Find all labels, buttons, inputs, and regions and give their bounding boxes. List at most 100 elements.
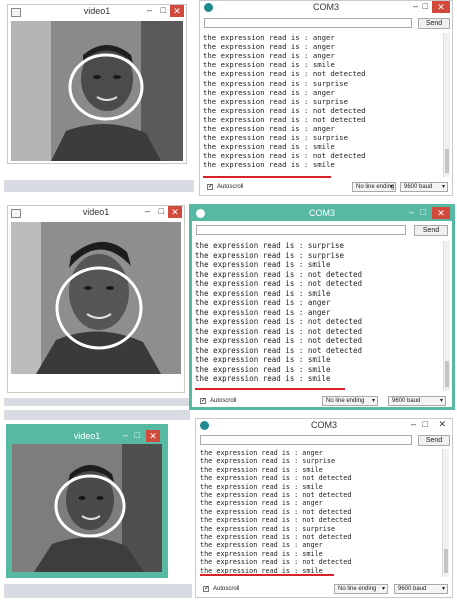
serial-line: the expression read is : not detected: [195, 317, 363, 326]
maximize-button[interactable]: □: [421, 207, 426, 217]
serial-titlebar[interactable]: COM3 – □ ✕: [200, 1, 452, 15]
minimize-button[interactable]: –: [413, 1, 418, 11]
baud-value: 9600 baud: [404, 184, 433, 190]
serial-line: the expression read is : not detected: [200, 533, 352, 541]
chevron-down-icon: ▾: [389, 184, 393, 190]
minimize-button[interactable]: –: [123, 430, 128, 440]
taskbar-top: [4, 410, 190, 420]
baud-select[interactable]: 9600 baud ▾: [400, 182, 448, 192]
baud-select[interactable]: 9600 baud ▾: [394, 584, 448, 594]
serial-line: the expression read is : smile: [195, 260, 331, 269]
serial-line: the expression read is : not detected: [203, 114, 366, 124]
serial-line: the expression read is : anger: [195, 298, 331, 307]
serial-line: the expression read is : smile: [195, 364, 331, 374]
serial-line: the expression read is : not detected: [200, 516, 352, 525]
scrollbar-thumb[interactable]: [445, 149, 449, 173]
scrollbar-thumb[interactable]: [444, 549, 448, 573]
scrollbar[interactable]: [442, 449, 449, 577]
line-ending-value: No line ending: [326, 398, 365, 404]
close-button[interactable]: ✕: [438, 419, 446, 430]
serial-line: the expression read is : smile: [200, 482, 323, 491]
close-button[interactable]: ✕: [432, 1, 450, 13]
serial-line: the expression read is : not detected: [200, 474, 352, 483]
send-button[interactable]: Send: [414, 225, 448, 236]
serial-line: the expression read is : not detected: [195, 269, 363, 279]
serial-line: the expression read is : anger: [203, 51, 335, 61]
serial-line: the expression read is : anger: [203, 42, 335, 52]
taskbar: [4, 584, 192, 598]
serial-line: the expression read is : surprise: [195, 250, 345, 260]
line-ending-value: No line ending: [338, 586, 377, 592]
chevron-down-icon: ▾: [381, 586, 385, 592]
line-ending-select[interactable]: No line ending ▾: [352, 182, 396, 192]
autoscroll-label: Autoscroll: [210, 398, 237, 404]
maximize-button[interactable]: □: [159, 206, 164, 216]
taskbar: [4, 180, 194, 192]
maximize-button[interactable]: □: [423, 419, 428, 429]
serial-line: the expression read is : not detected: [203, 69, 366, 79]
autoscroll-checkbox[interactable]: ✓: [207, 184, 213, 190]
chevron-down-icon: ▾: [439, 398, 443, 404]
close-button[interactable]: ✕: [432, 207, 450, 219]
autoscroll-checkbox[interactable]: ✓: [200, 398, 206, 404]
serial-line: the expression read is : smile: [200, 549, 323, 558]
webcam-frame: [12, 444, 162, 572]
video-window: video1 – □ ✕: [7, 205, 185, 393]
video-titlebar[interactable]: video1 – □ ✕: [8, 5, 186, 19]
serial-line: the expression read is : surprise: [200, 457, 336, 466]
send-button[interactable]: Send: [418, 435, 450, 446]
close-button[interactable]: ✕: [146, 430, 160, 442]
baud-value: 9600 baud: [398, 586, 427, 592]
minimize-button[interactable]: –: [411, 419, 416, 429]
autoscroll-label: Autoscroll: [217, 184, 244, 190]
video-titlebar[interactable]: video1 – □ ✕: [12, 430, 162, 444]
baud-select[interactable]: 9600 baud ▾: [388, 396, 446, 406]
serial-line: the expression read is : not detected: [203, 151, 366, 161]
serial-line: the expression read is : not detected: [203, 105, 366, 115]
taskbar: [4, 398, 190, 406]
serial-titlebar[interactable]: COM3 – □ ✕: [192, 207, 452, 221]
serial-line: the expression read is : smile: [203, 60, 335, 70]
serial-line: the expression read is : anger: [203, 33, 335, 42]
webcam-face-image: [12, 444, 162, 572]
webcam-face-image: [11, 222, 181, 374]
send-button[interactable]: Send: [418, 18, 450, 29]
serial-output: the expression read is : surprise the exp…: [195, 241, 441, 391]
serial-line: the expression read is : surprise: [203, 78, 348, 88]
serial-line: the expression read is : smile: [200, 465, 323, 474]
line-ending-select[interactable]: No line ending ▾: [334, 584, 388, 594]
line-ending-select[interactable]: No line ending ▾: [322, 396, 378, 406]
chevron-down-icon: ▾: [441, 184, 445, 190]
close-button[interactable]: ✕: [170, 5, 184, 17]
webcam-frame: [11, 222, 181, 374]
video-titlebar[interactable]: video1 – □ ✕: [8, 206, 184, 220]
serial-line: the expression read is : not detected: [195, 279, 363, 288]
scrollbar[interactable]: [443, 33, 450, 177]
close-button[interactable]: ✕: [168, 206, 182, 218]
serial-line: the expression read is : surprise: [200, 524, 336, 533]
serial-line: the expression read is : not detected: [195, 326, 363, 336]
maximize-button[interactable]: □: [135, 430, 140, 440]
minimize-button[interactable]: –: [147, 5, 152, 15]
serial-line: the expression read is : surprise: [203, 133, 348, 143]
chevron-down-icon: ▾: [441, 586, 445, 592]
serial-send-input[interactable]: [196, 225, 406, 235]
serial-line: the expression read is : not detected: [200, 558, 352, 567]
serial-send-input[interactable]: [200, 435, 412, 445]
minimize-button[interactable]: –: [409, 207, 414, 217]
serial-monitor-window: COM3 – □ ✕ Send the expression read is :…: [195, 418, 453, 598]
serial-send-input[interactable]: [204, 18, 412, 28]
maximize-button[interactable]: □: [423, 1, 428, 11]
maximize-button[interactable]: □: [161, 5, 166, 15]
baud-value: 9600 baud: [392, 398, 421, 404]
scrollbar-thumb[interactable]: [445, 361, 449, 387]
video-window: video1 – □ ✕: [7, 4, 187, 164]
serial-line: the expression read is : anger: [195, 307, 331, 317]
panel-3: video1 – □ ✕ COM3 – □ ✕ Send the express…: [0, 410, 457, 600]
minimize-button[interactable]: –: [145, 206, 150, 216]
serial-titlebar[interactable]: COM3 – □ ✕: [196, 419, 452, 433]
scrollbar[interactable]: [443, 241, 450, 391]
autoscroll-checkbox[interactable]: ✓: [203, 586, 209, 592]
serial-line: the expression read is : anger: [200, 449, 323, 457]
serial-line: the expression read is : not detected: [200, 507, 352, 516]
